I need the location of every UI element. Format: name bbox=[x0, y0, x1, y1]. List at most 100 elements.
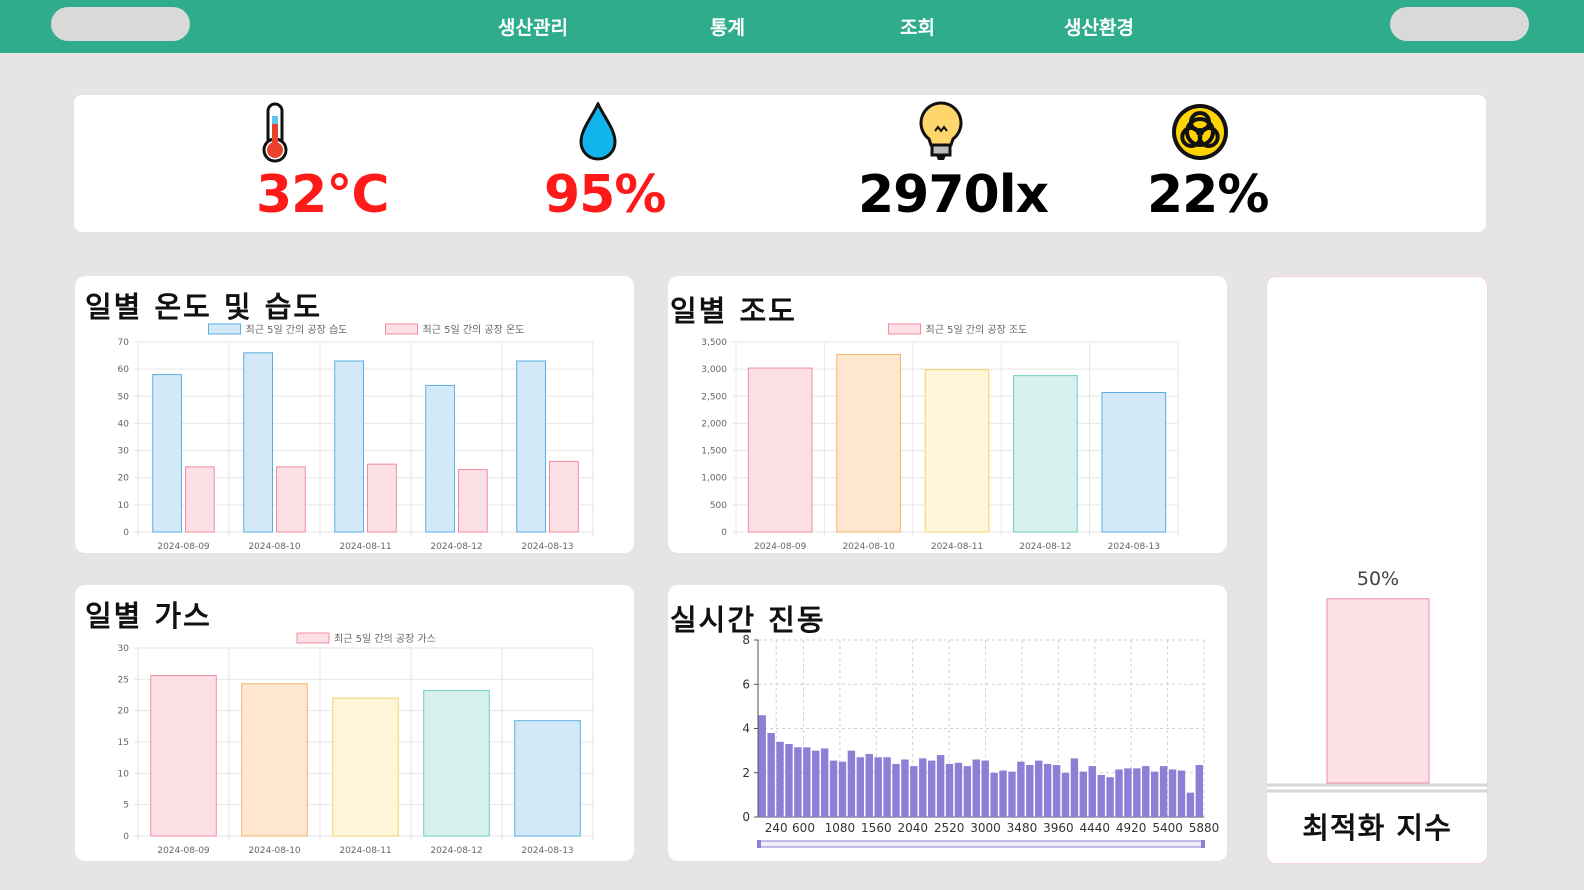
bar bbox=[747, 367, 813, 533]
vibration-bar bbox=[865, 753, 873, 817]
y-tick-label: 2,500 bbox=[701, 392, 727, 402]
vibration-bar bbox=[1106, 777, 1114, 817]
x-tick-label: 2024-08-10 bbox=[842, 542, 895, 552]
y-tick-label: 10 bbox=[118, 501, 130, 511]
vibration-bar bbox=[1026, 765, 1034, 817]
y-tick-label: 50 bbox=[118, 392, 130, 402]
left-pill-button[interactable] bbox=[51, 7, 190, 41]
bar bbox=[332, 697, 399, 837]
x-tick-label: 2024-08-12 bbox=[1019, 542, 1071, 552]
vibration-bar bbox=[1052, 765, 1061, 817]
water-drop-icon bbox=[579, 102, 617, 161]
vibration-bar bbox=[892, 763, 900, 817]
y-tick-label: 3,500 bbox=[701, 338, 727, 348]
sensor-status-panel: 32°C 95% 2970lx 22% bbox=[74, 95, 1486, 232]
legend-swatch bbox=[385, 323, 418, 335]
vibration-bar bbox=[1097, 774, 1105, 817]
vibration-bar bbox=[1133, 768, 1141, 817]
vibration-bar bbox=[883, 757, 891, 817]
x-tick-label: 2520 bbox=[934, 821, 965, 835]
biohazard-icon bbox=[1172, 104, 1228, 160]
vibration-bar bbox=[829, 760, 838, 817]
nav-item-inquiry[interactable]: 조회 bbox=[900, 13, 935, 40]
nav-item-production-management[interactable]: 생산관리 bbox=[498, 13, 568, 40]
x-tick-label: 2024-08-13 bbox=[1108, 542, 1160, 552]
y-tick-label: 0 bbox=[123, 528, 129, 538]
vibration-bar bbox=[1150, 771, 1159, 817]
temperature-value: 32°C bbox=[256, 165, 390, 225]
x-tick-label: 2024-08-09 bbox=[754, 542, 807, 552]
y-tick-label: 30 bbox=[118, 644, 130, 654]
zoom-scrollbar[interactable] bbox=[757, 840, 1205, 848]
illuminance-value: 2970lx bbox=[858, 165, 1049, 225]
bar bbox=[334, 360, 364, 533]
bar bbox=[243, 352, 274, 533]
vibration-bar bbox=[1008, 771, 1016, 817]
bar bbox=[458, 469, 488, 533]
y-tick-label: 20 bbox=[118, 474, 130, 484]
right-pill-button[interactable] bbox=[1390, 7, 1529, 41]
vibration-bar bbox=[1177, 770, 1186, 817]
scrollbar-handle-right[interactable] bbox=[1201, 840, 1205, 848]
light-bulb-icon bbox=[919, 101, 963, 160]
bar bbox=[152, 374, 182, 533]
scrollbar-handle-left[interactable] bbox=[757, 840, 761, 848]
x-tick-label: 2024-08-10 bbox=[248, 846, 301, 856]
vibration-bar bbox=[838, 761, 847, 817]
y-tick-label: 2,000 bbox=[701, 419, 727, 429]
vibration-bar bbox=[820, 748, 829, 817]
vibration-bar bbox=[1186, 792, 1195, 817]
illuminance-chart-title: 일별 조도 bbox=[670, 294, 797, 328]
vibration-bar bbox=[1079, 771, 1088, 817]
y-tick-label: 500 bbox=[710, 501, 727, 511]
bar bbox=[367, 463, 397, 533]
y-tick-label: 4 bbox=[742, 722, 750, 736]
optimization-index-card: 50% 최적화 지수 bbox=[1266, 276, 1488, 864]
x-tick-label: 5400 bbox=[1152, 821, 1183, 835]
humidity-value: 95% bbox=[544, 165, 666, 225]
x-tick-label: 240 bbox=[765, 821, 788, 835]
vibration-bar bbox=[945, 763, 954, 817]
bar bbox=[150, 675, 217, 837]
vibration-bar bbox=[927, 760, 936, 817]
bar bbox=[276, 466, 306, 533]
illuminance-chart-card: 0 500 1,000 1,500 2,000 2,500 3,000 3,500 2024-0… bbox=[668, 276, 1227, 553]
x-tick-label: 4920 bbox=[1116, 821, 1147, 835]
vibration-bar bbox=[963, 766, 972, 817]
gas-value: 22% bbox=[1147, 165, 1269, 225]
x-tick-label: 4440 bbox=[1080, 821, 1111, 835]
y-tick-label: 5 bbox=[123, 801, 129, 811]
legend-swatch bbox=[888, 323, 921, 335]
x-tick-label: 2024-08-12 bbox=[430, 542, 482, 552]
nav-item-production-environment[interactable]: 생산환경 bbox=[1064, 13, 1134, 40]
y-tick-label: 0 bbox=[742, 810, 750, 824]
x-tick-label: 2040 bbox=[897, 821, 928, 835]
vibration-bar bbox=[785, 743, 793, 817]
bar bbox=[836, 353, 901, 533]
y-tick-label: 15 bbox=[118, 738, 129, 748]
legend-swatch bbox=[296, 632, 330, 644]
gas-chart-title: 일별 가스 bbox=[85, 599, 212, 633]
y-tick-label: 0 bbox=[721, 528, 727, 538]
y-tick-label: 70 bbox=[118, 338, 130, 348]
vibration-bar bbox=[972, 759, 980, 817]
vibration-bar bbox=[1017, 761, 1025, 817]
bar bbox=[514, 720, 581, 837]
nav-item-statistics[interactable]: 통계 bbox=[710, 13, 745, 40]
vibration-bar bbox=[803, 747, 811, 817]
x-tick-label: 2024-08-11 bbox=[339, 542, 391, 552]
optimization-index-chart: 50% bbox=[1267, 568, 1487, 793]
vibration-bar bbox=[758, 715, 766, 817]
optimization-index-title: 최적화 지수 bbox=[1302, 811, 1452, 845]
legend-label: 최근 5일 간의 공장 가스 bbox=[334, 633, 436, 645]
vibration-bar bbox=[1088, 766, 1096, 817]
x-tick-label: 1560 bbox=[861, 821, 892, 835]
vibration-bar bbox=[981, 760, 989, 817]
temp-humidity-chart-card: 0 10 20 30 40 50 60 70 2024-08-09 2024-08-10 2024-… bbox=[75, 276, 634, 553]
x-tick-label: 2024-08-13 bbox=[521, 542, 573, 552]
bar bbox=[1101, 391, 1167, 533]
vibration-bar bbox=[919, 758, 927, 817]
y-tick-label: 1,500 bbox=[701, 447, 727, 457]
vibration-bar bbox=[874, 757, 882, 817]
y-tick-label: 3,000 bbox=[701, 365, 727, 375]
